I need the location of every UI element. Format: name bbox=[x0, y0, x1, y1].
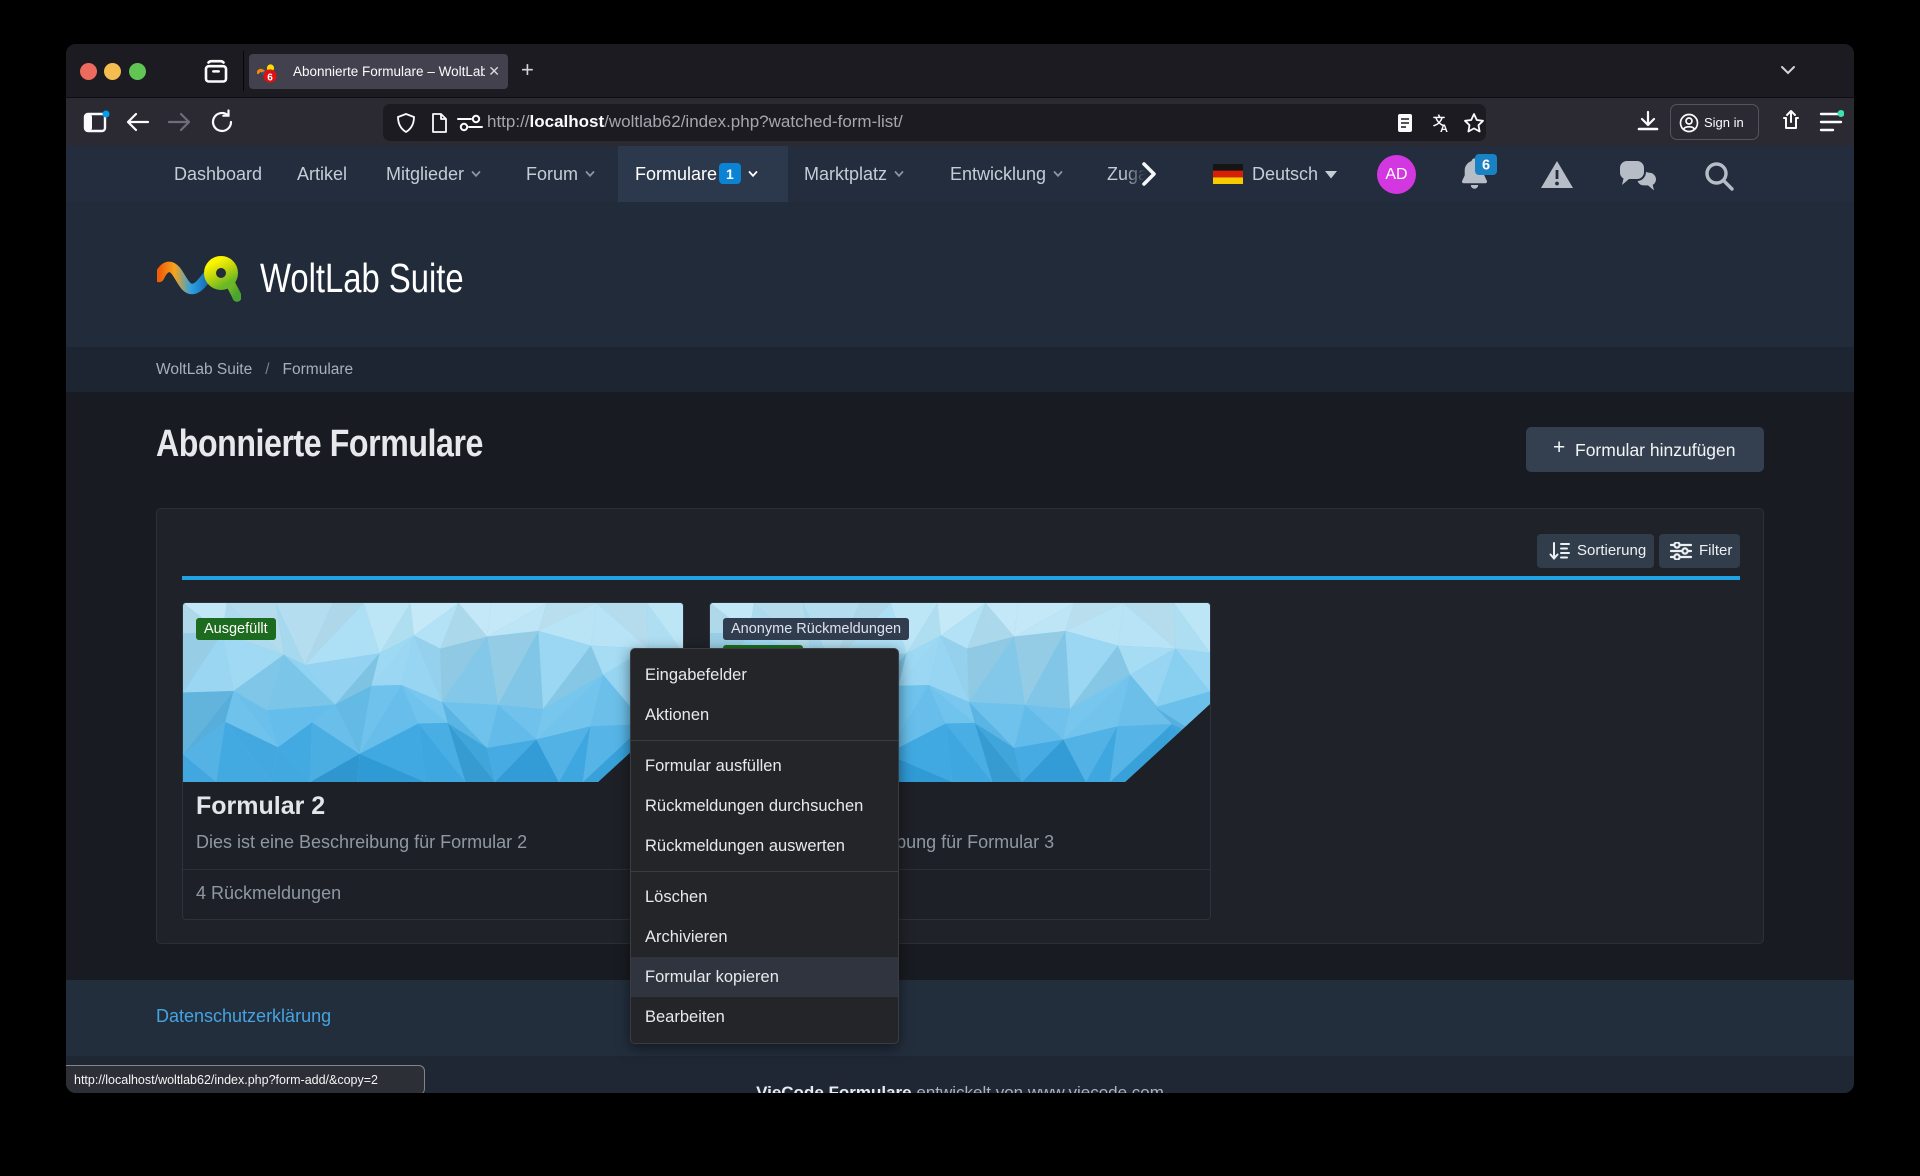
svg-text:6: 6 bbox=[1482, 158, 1490, 174]
svg-text:6: 6 bbox=[267, 72, 273, 83]
svg-text:A: A bbox=[1440, 123, 1448, 134]
